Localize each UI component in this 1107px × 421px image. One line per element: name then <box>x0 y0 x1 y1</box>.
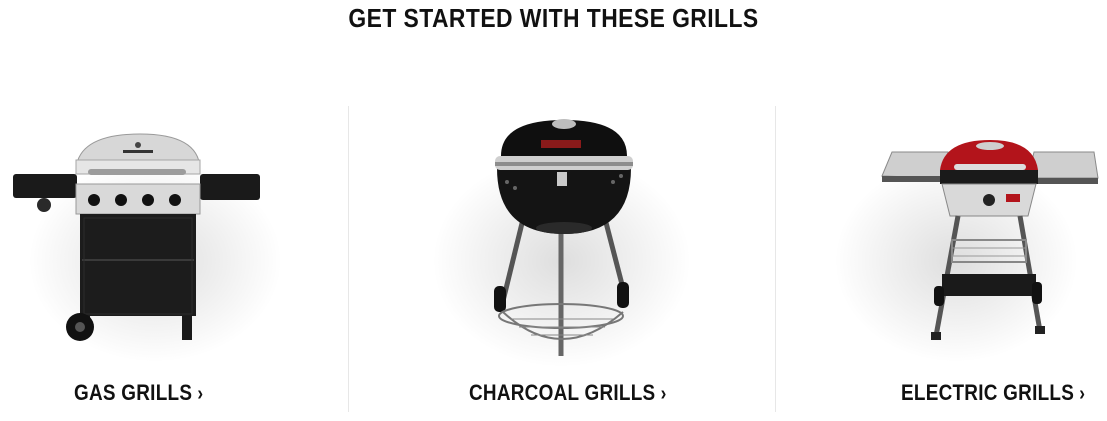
chevron-right-icon: › <box>197 383 204 405</box>
section-title: GET STARTED WITH THESE GRILLS <box>348 3 759 33</box>
chevron-right-icon: › <box>660 383 667 405</box>
gas-grill-image[interactable] <box>10 130 262 345</box>
chevron-right-icon: › <box>1079 383 1086 405</box>
charcoal-grill-image[interactable] <box>489 116 639 361</box>
gas-grills-label: GAS GRILLS <box>74 380 193 405</box>
card-electric-grills[interactable]: ELECTRIC GRILLS › <box>776 106 1107 412</box>
card-gas-grills[interactable]: GAS GRILLS › <box>0 106 348 412</box>
electric-grills-label: ELECTRIC GRILLS <box>901 380 1075 405</box>
charcoal-grills-label: CHARCOAL GRILLS <box>469 380 656 405</box>
charcoal-grills-link[interactable]: CHARCOAL GRILLS › <box>469 380 667 406</box>
grill-cards: GAS GRILLS › CHARCOAL GRILLS › ELECTRIC … <box>0 106 1107 412</box>
gas-grills-link[interactable]: GAS GRILLS › <box>74 380 203 406</box>
grills-section: GET STARTED WITH THESE GRILLS GAS GRILLS… <box>0 0 1107 421</box>
card-charcoal-grills[interactable]: CHARCOAL GRILLS › <box>349 106 775 412</box>
electric-grills-link[interactable]: ELECTRIC GRILLS › <box>901 380 1085 406</box>
electric-grill-image[interactable] <box>878 136 1100 354</box>
